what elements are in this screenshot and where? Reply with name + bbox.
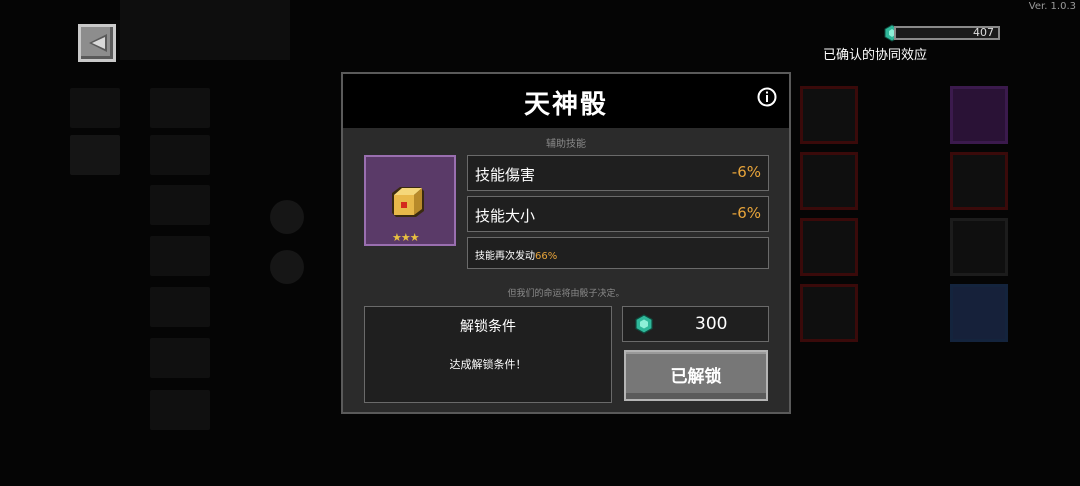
confirmed-synergy-link[interactable]: 已确认的协同效应 [823, 44, 927, 63]
stat-value: -6% [731, 204, 761, 222]
back-arrow-icon [89, 34, 107, 52]
stat-skill-damage: 技能傷害 -6% [467, 155, 769, 191]
back-button[interactable] [78, 24, 116, 62]
unlocked-button[interactable]: 已解锁 [624, 350, 768, 401]
unlock-condition-panel: 解锁条件 达成解锁条件！ [364, 306, 612, 403]
gem-count: 407 [894, 26, 1000, 40]
version-label: Ver. 1.0.3 [1028, 1, 1076, 12]
effect-highlight: 66% [535, 251, 558, 262]
item-icon-frame: ★★★ [364, 155, 456, 246]
stat-skill-size: 技能大小 -6% [467, 196, 769, 232]
item-category: 辅助技能 [546, 139, 586, 150]
dice-icon [392, 187, 424, 217]
stat-label: 技能傷害 [475, 166, 536, 184]
modal-header: 天神骰 [343, 74, 789, 128]
modal-title: 天神骰 [523, 90, 608, 120]
stat-label: 技能大小 [475, 207, 536, 225]
price-amount: 300 [695, 314, 728, 334]
rarity-stars: ★★★ [392, 231, 420, 244]
gem-icon [635, 314, 653, 334]
effect-description: 技能再次发动66% [467, 237, 769, 269]
price-display: 300 [622, 306, 769, 342]
unlock-condition-text: 达成解锁条件！ [449, 358, 527, 371]
stat-value: -6% [731, 163, 761, 181]
item-detail-modal: 天神骰 辅助技能 ★★★ 技能傷害 -6% 技能大小 -6% 技能再次发动66%… [341, 72, 791, 414]
gem-counter: 407 [884, 24, 1002, 42]
info-icon[interactable] [757, 87, 777, 107]
unlock-condition-title: 解锁条件 [460, 319, 516, 335]
flavor-text: 但我们的命运将由骰子决定。 [507, 289, 625, 299]
effect-text: 技能再次发动66% [475, 251, 558, 262]
